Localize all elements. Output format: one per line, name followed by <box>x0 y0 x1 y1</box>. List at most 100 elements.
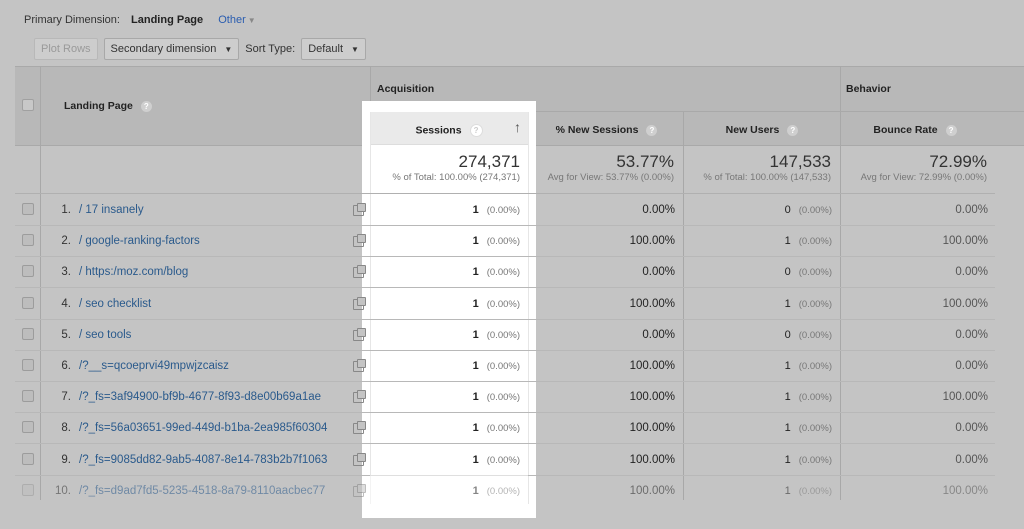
sessions-value: 1 <box>472 453 479 466</box>
new-users-pct: (0.00%) <box>798 423 832 435</box>
table-row: 6./?__s=qcoeprvi49mpwjzcaisz 1 (0.00%) 10… <box>15 350 995 382</box>
sort-type-dropdown[interactable]: Default ▼ <box>301 38 366 60</box>
row-checkbox[interactable] <box>22 327 34 340</box>
new-users-cell: 1 (0.00%) <box>684 454 832 466</box>
bounce-rate-cell: 100.00% <box>942 484 988 497</box>
new-sessions-column-header[interactable]: % New Sessions? <box>530 124 683 136</box>
new-users-pct: (0.00%) <box>798 329 832 341</box>
row-index: 1. <box>61 204 71 216</box>
bounce-rate-cell: 100.00% <box>942 235 988 248</box>
landing-page-link[interactable]: /?_fs=9085dd82-9ab5-4087-8e14-783b2b7f10… <box>79 454 327 466</box>
new-sessions-cell: 0.00% <box>642 328 675 341</box>
caret-down-icon: ▼ <box>351 44 359 54</box>
landing-page-link[interactable]: / seo checklist <box>79 298 151 310</box>
landing-page-link[interactable]: /?_fs=3af94900-bf9b-4677-8f93-d8e00b69a1… <box>79 391 321 403</box>
open-external-icon[interactable] <box>353 234 366 248</box>
secondary-dimension-label: Secondary dimension <box>110 43 217 55</box>
sessions-cell: 1 (0.00%) <box>370 454 520 466</box>
bounce-rate-total: 72.99% Avg for View: 72.99% (0.00%) <box>841 152 987 183</box>
sessions-pct: (0.00%) <box>486 454 520 466</box>
open-external-icon[interactable] <box>353 203 366 216</box>
open-external-icon[interactable] <box>353 390 366 404</box>
new-sessions-total-sub: Avg for View: 53.77% (0.00%) <box>547 172 674 183</box>
new-users-pct: (0.00%) <box>798 298 832 310</box>
row-index: 3. <box>61 266 71 279</box>
landing-page-header[interactable]: Landing Page? <box>64 100 152 112</box>
table-row: 5. / seo tools 1 (0.00%) 0.00% 0 (0.00%) 0.… <box>15 318 995 351</box>
row-index: 4. <box>61 297 71 310</box>
new-users-pct: (0.00%) <box>798 267 832 279</box>
open-external-icon[interactable] <box>353 265 366 279</box>
bounce-rate-cell: 0.00% <box>955 204 988 216</box>
landing-page-link[interactable]: /?_fs=d9ad7fd5-5235-4518-8a79-8110aacbec… <box>79 485 325 497</box>
new-sessions-cell: 100.00% <box>629 484 675 497</box>
landing-page-link[interactable]: / google-ranking-factors <box>79 235 200 247</box>
help-icon[interactable]: ? <box>787 124 799 136</box>
help-icon[interactable]: ? <box>469 124 483 137</box>
sessions-pct: (0.00%) <box>486 267 520 279</box>
table-row: 9. /?_fs=9085dd82-9ab5-4087-8e14-783b2b7f… <box>15 443 995 476</box>
landing-page-link[interactable]: / 17 insanely <box>79 204 144 216</box>
new-users-pct: (0.00%) <box>798 485 832 497</box>
new-sessions-cell: 0.00% <box>642 204 675 216</box>
new-users-column-header[interactable]: New Users? <box>684 124 840 136</box>
open-external-icon[interactable] <box>353 327 366 341</box>
new-sessions-cell: 0.00% <box>642 266 675 279</box>
row-checkbox[interactable] <box>22 265 34 278</box>
primary-dimension-other[interactable]: Other ▼ <box>218 14 255 26</box>
sessions-cell: 1 (0.00%) <box>370 329 520 341</box>
landing-page-link[interactable]: /?_fs=56a03651-99ed-449d-b1ba-2ea985f603… <box>79 422 327 434</box>
open-external-icon[interactable] <box>353 452 366 466</box>
sessions-total-sub: % of Total: 100.00% (274,371) <box>392 172 520 183</box>
help-icon[interactable]: ? <box>140 100 152 112</box>
sessions-value: 1 <box>472 422 479 435</box>
bounce-rate-column-header[interactable]: Bounce Rate? <box>841 124 989 136</box>
row-checkbox[interactable] <box>22 390 34 403</box>
sessions-cell: 1 (0.00%) <box>370 360 520 372</box>
sessions-pct: (0.00%) <box>486 361 520 372</box>
sessions-column-header[interactable]: Sessions? <box>370 124 528 137</box>
plot-rows-button[interactable]: Plot Rows <box>34 38 98 60</box>
row-checkbox[interactable] <box>22 203 34 215</box>
landing-page-link[interactable]: / seo tools <box>79 329 131 341</box>
sessions-cell: 1 (0.00%) <box>370 485 520 497</box>
new-users-cell: 1 (0.00%) <box>684 485 832 497</box>
table-row: 4. / seo checklist 1 (0.00%) 100.00% 1 (0.0… <box>15 287 995 320</box>
landing-page-link[interactable]: / https:/moz.com/blog <box>79 266 188 278</box>
caret-down-icon: ▼ <box>224 44 233 54</box>
row-checkbox[interactable] <box>22 452 34 465</box>
row-label: 8. /?_fs=56a03651-99ed-449d-b1ba-2ea985f6… <box>41 422 327 434</box>
bounce-rate-total-sub: Avg for View: 72.99% (0.00%) <box>860 172 987 183</box>
open-external-icon[interactable] <box>353 296 366 310</box>
row-label: 9. /?_fs=9085dd82-9ab5-4087-8e14-783b2b7f… <box>41 454 327 466</box>
sessions-cell: 1 (0.00%) <box>370 391 520 403</box>
help-icon[interactable]: ? <box>646 124 658 136</box>
row-checkbox[interactable] <box>22 483 34 496</box>
row-label: 5. / seo tools <box>41 329 131 341</box>
landing-page-link[interactable]: /?__s=qcoeprvi49mpwjzcaisz <box>79 360 229 372</box>
new-users-total: 147,533 % of Total: 100.00% (147,533) <box>684 152 831 183</box>
new-users-value: 1 <box>784 297 791 310</box>
row-checkbox[interactable] <box>22 296 34 309</box>
row-checkbox[interactable] <box>22 421 34 434</box>
select-all-checkbox[interactable] <box>22 99 34 111</box>
open-external-icon[interactable] <box>353 483 366 497</box>
row-label: 3. / https:/moz.com/blog <box>41 266 188 278</box>
row-checkbox[interactable] <box>22 234 34 247</box>
secondary-dimension-dropdown[interactable]: Secondary dimension ▼ <box>103 38 240 60</box>
table-toolbar: Plot Rows Secondary dimension ▼ Sort Type… <box>34 38 366 60</box>
landing-page-header-label: Landing Page <box>64 100 133 112</box>
other-label[interactable]: Other <box>218 14 246 26</box>
open-external-icon[interactable] <box>353 421 366 435</box>
row-checkbox[interactable] <box>22 359 34 371</box>
new-sessions-cell: 100.00% <box>629 235 675 248</box>
new-users-value: 1 <box>784 484 791 497</box>
sessions-value: 1 <box>472 204 479 216</box>
open-external-icon[interactable] <box>353 359 366 372</box>
sessions-pct: (0.00%) <box>486 205 520 216</box>
sort-ascending-arrow-icon[interactable]: ↑ <box>514 119 521 135</box>
help-icon[interactable]: ? <box>945 124 957 136</box>
table-row: 2. / google-ranking-factors 1 (0.00%) 100.… <box>15 225 995 258</box>
primary-dimension-landing-page[interactable]: Landing Page <box>131 14 203 26</box>
new-users-pct: (0.00%) <box>798 392 832 404</box>
